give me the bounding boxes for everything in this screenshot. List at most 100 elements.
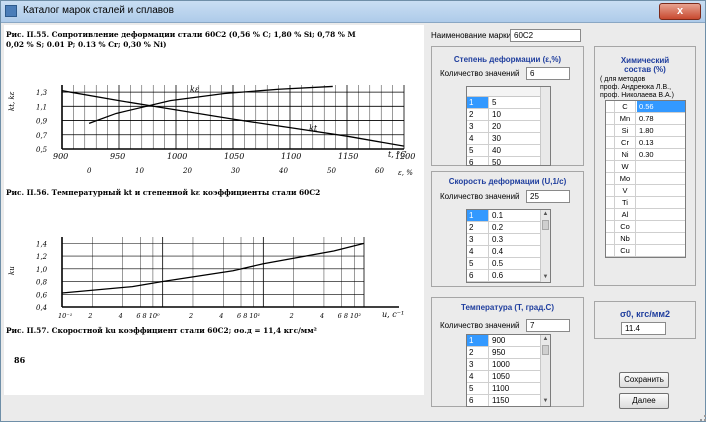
- temperature-row[interactable]: 6 1150: [467, 395, 550, 406]
- deformation-row-index: 1: [467, 97, 489, 108]
- scroll-up-icon[interactable]: ▲: [541, 335, 550, 344]
- chem-value[interactable]: [637, 173, 685, 184]
- sigma-input[interactable]: 11.4: [621, 322, 666, 335]
- x-tick-label: 10⁻¹: [58, 312, 72, 320]
- speed-row-index: 1: [467, 210, 489, 221]
- deformation-row[interactable]: 6 50: [467, 157, 550, 165]
- x-tick-label: 1000: [167, 152, 187, 161]
- chem-composition-grid[interactable]: C 0.56 Mn 0.78 Si 1.80 Cr 0.13 Ni 0.30 W Mo V Ti Al Co N…: [605, 100, 686, 258]
- x-tick-label: 6 8 10⁰: [136, 312, 160, 320]
- speed-row[interactable]: 5 0.5: [467, 258, 550, 270]
- chem-row[interactable]: Si 1.80: [606, 125, 685, 137]
- speed-scrollbar[interactable]: ▲ ▼: [540, 210, 550, 282]
- chem-row[interactable]: Cu: [606, 245, 685, 257]
- scroll-thumb[interactable]: [542, 345, 549, 355]
- chem-row[interactable]: Mo: [606, 173, 685, 185]
- chem-element: W: [614, 161, 636, 172]
- chem-value[interactable]: [637, 197, 685, 208]
- temperature-row[interactable]: 5 1100: [467, 383, 550, 395]
- scroll-thumb[interactable]: [542, 220, 549, 230]
- y-tick-label: 0,5: [36, 146, 48, 154]
- close-button[interactable]: x: [659, 3, 701, 20]
- chem-element: Si: [614, 125, 636, 136]
- deformation-row[interactable]: 15: [467, 97, 550, 109]
- chart1-curve-label-ke: kε: [190, 85, 199, 94]
- chem-value[interactable]: 0.30: [637, 149, 685, 160]
- y-tick-label: 0,8: [36, 279, 48, 287]
- app-icon: [5, 5, 17, 17]
- chem-value[interactable]: 1.80: [637, 125, 685, 136]
- chem-value[interactable]: 0.78: [637, 113, 685, 124]
- deformation-row-index: 4: [467, 133, 489, 144]
- chem-value[interactable]: [637, 221, 685, 232]
- chem-title-line1: Химический: [620, 56, 670, 65]
- chem-row[interactable]: C 0.56: [606, 101, 685, 113]
- x-tick-label: 2: [188, 312, 193, 320]
- temperature-row[interactable]: 1 900: [467, 335, 550, 347]
- deformation-values-grid[interactable]: 1 5 2 10 3 20 4 30 5 40 6 50: [466, 86, 551, 166]
- chem-value[interactable]: [637, 209, 685, 220]
- speed-row[interactable]: 4 0.4: [467, 246, 550, 258]
- deformation-count-input[interactable]: 6: [526, 67, 570, 80]
- deformation-row[interactable]: 2 10: [467, 109, 550, 121]
- temperature-row[interactable]: 3 1000: [467, 359, 550, 371]
- x-tick-label: 950: [110, 152, 125, 161]
- fig1-caption-line2: 0,02 % S; 0.01 P; 0.13 % Cr; 0,30 % Ni): [6, 40, 166, 49]
- speed-row[interactable]: 2 0.2: [467, 222, 550, 234]
- deformation-row[interactable]: 3 20: [467, 121, 550, 133]
- temperature-row-index: 1: [467, 335, 489, 346]
- temperature-count-input[interactable]: 7: [526, 319, 570, 332]
- chem-row[interactable]: Al: [606, 209, 685, 221]
- chem-value[interactable]: [637, 233, 685, 244]
- temperature-row[interactable]: 2 950: [467, 347, 550, 359]
- deformation-row-index: 6: [467, 157, 489, 165]
- scroll-down-icon[interactable]: ▼: [541, 397, 550, 406]
- deformation-row-index: 3: [467, 121, 489, 132]
- chem-value[interactable]: 0.13: [637, 137, 685, 148]
- x2-tick-label: 60: [375, 167, 384, 175]
- chem-value[interactable]: [637, 185, 685, 196]
- chem-element: Ti: [614, 197, 636, 208]
- x-tick-label: 2: [289, 312, 294, 320]
- resize-grip-icon[interactable]: [700, 415, 706, 421]
- temperature-group-title: Температура (Т, град.С): [461, 303, 554, 312]
- temperature-row[interactable]: 4 1050: [467, 371, 550, 383]
- deformation-row[interactable]: 4 30: [467, 133, 550, 145]
- chem-value[interactable]: 0.56: [637, 101, 685, 112]
- y-tick-label: 0,7: [36, 132, 48, 140]
- speed-row[interactable]: 1 0.1: [467, 210, 550, 222]
- save-button[interactable]: Сохранить: [619, 372, 669, 388]
- grade-input[interactable]: 60С2: [510, 29, 581, 42]
- speed-count-input[interactable]: 25: [526, 190, 570, 203]
- chem-row[interactable]: Nb: [606, 233, 685, 245]
- x2-tick-label: 40: [278, 167, 288, 175]
- deformation-scrollbar[interactable]: [540, 87, 550, 165]
- chem-row[interactable]: W: [606, 161, 685, 173]
- y-tick-label: 1,4: [36, 240, 47, 248]
- next-button[interactable]: Далее: [619, 393, 669, 409]
- scroll-down-icon[interactable]: ▼: [541, 273, 550, 282]
- x2-tick-label: 10: [135, 167, 144, 175]
- scroll-up-icon[interactable]: ▲: [541, 210, 550, 219]
- deformation-row-index: 5: [467, 145, 489, 156]
- chem-row[interactable]: Cr 0.13: [606, 137, 685, 149]
- temperature-values-grid[interactable]: 1 900 2 950 3 1000 4 1050 5 1100 6 1150 ▲ ▼: [466, 334, 551, 407]
- chem-element: C: [614, 101, 636, 112]
- chem-value[interactable]: [637, 161, 685, 172]
- speed-row[interactable]: 3 0.3: [467, 234, 550, 246]
- chem-row[interactable]: Mn 0.78: [606, 113, 685, 125]
- speed-values-grid[interactable]: 1 0.1 2 0.2 3 0.3 4 0.4 5 0.5 6 0.6 ▲ ▼: [466, 209, 551, 283]
- y-tick-label: 0,4: [36, 304, 47, 312]
- chart1-ylabel: kt, kε: [8, 91, 16, 111]
- app-window: Каталог марок сталей и сплавов x Рис. II…: [0, 0, 706, 422]
- speed-row-index: 4: [467, 246, 489, 257]
- chem-row[interactable]: Ti: [606, 197, 685, 209]
- chem-row[interactable]: Co: [606, 221, 685, 233]
- speed-row[interactable]: 6 0.6: [467, 270, 550, 282]
- deformation-row[interactable]: 5 40: [467, 145, 550, 157]
- chem-value[interactable]: [637, 245, 685, 256]
- chem-row[interactable]: Ni 0.30: [606, 149, 685, 161]
- temperature-scrollbar[interactable]: ▲ ▼: [540, 335, 550, 406]
- window-title: Каталог марок сталей и сплавов: [23, 5, 174, 16]
- chem-row[interactable]: V: [606, 185, 685, 197]
